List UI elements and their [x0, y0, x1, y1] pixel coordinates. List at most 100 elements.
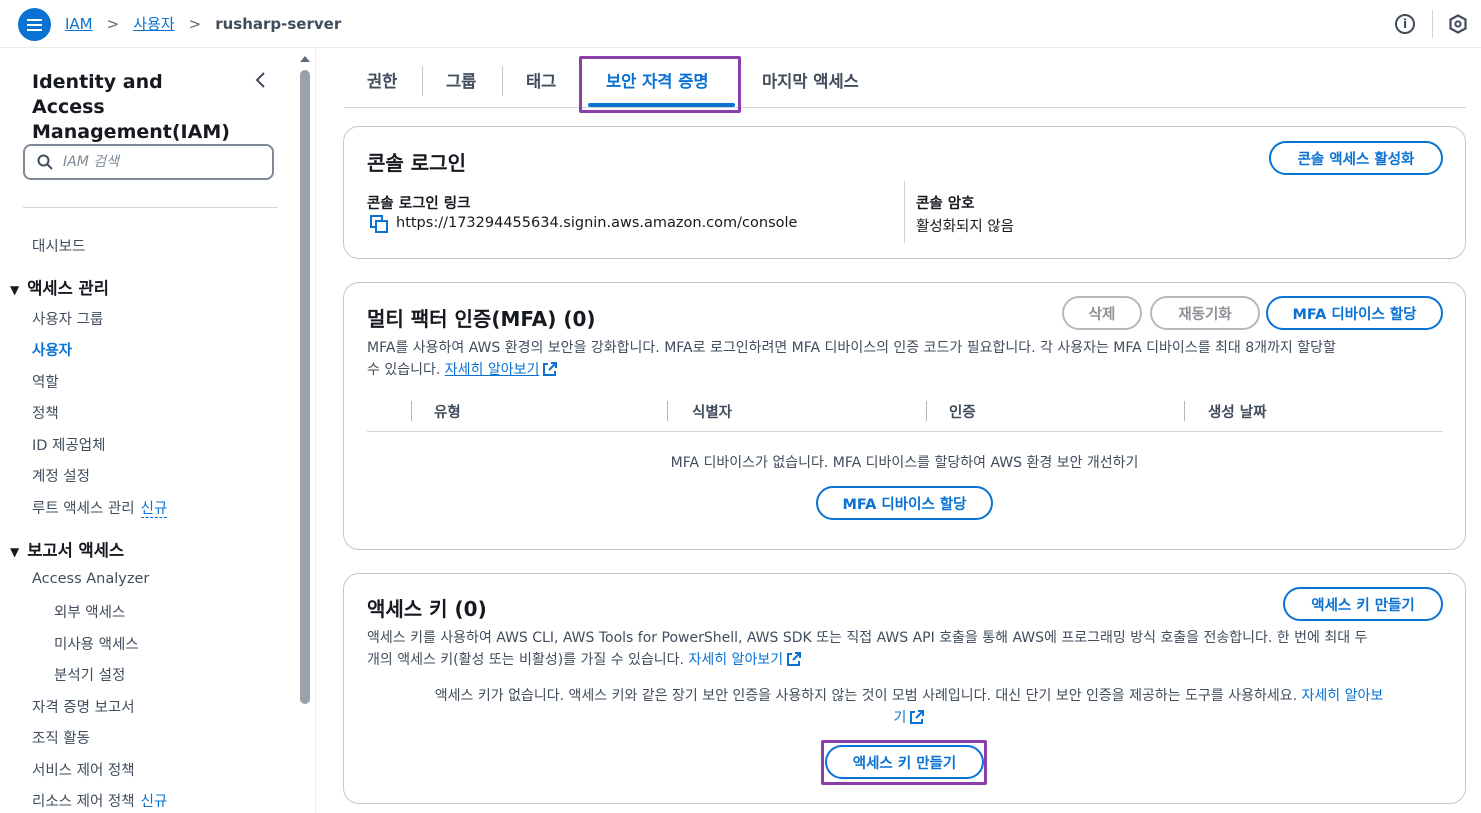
chevron-right-icon: >: [188, 14, 202, 33]
sidebar-item-users[interactable]: 사용자: [32, 339, 72, 360]
sidebar-item-identity-providers[interactable]: ID 제공업체: [32, 434, 105, 455]
column-header-created[interactable]: 생성 날짜: [1208, 401, 1266, 422]
link-label: 자세히 알아보기: [444, 362, 540, 378]
new-badge: 신규: [140, 794, 168, 810]
tab-last-accessed[interactable]: 마지막 액세스: [762, 68, 859, 92]
access-keys-panel: 액세스 키 (0) 액세스 키 만들기 액세스 키를 사용하여 AWS CLI,…: [343, 573, 1466, 804]
column-header-certification[interactable]: 인증: [949, 401, 976, 422]
column-divider: [1184, 401, 1185, 421]
tab-security-credentials[interactable]: 보안 자격 증명: [606, 68, 709, 92]
breadcrumb-users-link[interactable]: 사용자: [133, 13, 174, 34]
copy-icon[interactable]: [370, 215, 388, 233]
access-keys-empty-message: 액세스 키가 없습니다. 액세스 키와 같은 장기 보안 인증을 사용하지 않는…: [374, 685, 1444, 729]
sidebar-item-access-analyzer[interactable]: Access Analyzer: [32, 571, 149, 587]
access-keys-description: 액세스 키를 사용하여 AWS CLI, AWS Tools for Power…: [367, 627, 1452, 671]
external-link-icon: [787, 652, 802, 666]
breadcrumb-current-user: rusharp-server: [215, 14, 342, 33]
console-login-panel: 콘솔 로그인 콘솔 액세스 활성화 콘솔 로그인 링크 https://1732…: [343, 126, 1466, 259]
breadcrumb: IAM > 사용자 > rusharp-server: [65, 13, 341, 34]
tab-tags[interactable]: 태그: [526, 68, 556, 92]
new-badge: 신규: [140, 501, 168, 518]
search-input[interactable]: [63, 154, 253, 170]
table-divider: [367, 431, 1443, 432]
sidebar-item-roles[interactable]: 역할: [32, 371, 59, 392]
panel-title: 액세스 키 (0): [367, 597, 487, 621]
enable-console-access-button[interactable]: 콘솔 액세스 활성화: [1269, 141, 1443, 175]
tab-groups[interactable]: 그룹: [446, 68, 476, 92]
column-header-identifier[interactable]: 식별자: [692, 401, 732, 422]
mfa-panel: 멀티 팩터 인증(MFA) (0) 삭제 재동기화 MFA 디바이스 할당 MF…: [343, 282, 1466, 550]
sidebar-item-credential-report[interactable]: 자격 증명 보고서: [32, 696, 135, 717]
description-text: 액세스 키를 사용하여 AWS CLI, AWS Tools for Power…: [367, 630, 1368, 646]
resync-button[interactable]: 재동기화: [1150, 296, 1260, 330]
sidebar-item-unused-access[interactable]: 미사용 액세스: [54, 633, 139, 654]
sidebar-item-service-control-policies[interactable]: 서비스 제어 정책: [32, 759, 135, 780]
collapse-sidebar-button[interactable]: [254, 70, 268, 95]
link-label: 기: [893, 710, 907, 726]
column-header-type[interactable]: 유형: [434, 401, 461, 422]
divider: [1432, 10, 1433, 38]
info-icon[interactable]: i: [1395, 14, 1415, 34]
assign-mfa-device-button[interactable]: MFA 디바이스 할당: [1266, 296, 1443, 330]
section-label: 보고서 액세스: [27, 541, 125, 560]
mfa-empty-message: MFA 디바이스가 없습니다. MFA 디바이스를 할당하여 AWS 환경 보안…: [670, 455, 1139, 471]
sidebar-item-organization-activity[interactable]: 조직 활동: [32, 727, 90, 748]
external-link-icon: [910, 710, 925, 724]
menu-toggle-button[interactable]: [18, 8, 51, 41]
console-password-value: 활성화되지 않음: [916, 219, 1014, 235]
panel-title: 멀티 팩터 인증(MFA) (0): [367, 307, 596, 331]
description-text: 수 있습니다.: [367, 362, 441, 378]
sidebar-item-label: 리소스 제어 정책: [32, 794, 135, 810]
learn-more-link[interactable]: 자세히 알아보기: [688, 652, 802, 668]
delete-button[interactable]: 삭제: [1062, 296, 1142, 330]
create-access-key-button[interactable]: 액세스 키 만들기: [1283, 587, 1443, 621]
scroll-up-arrow[interactable]: [300, 56, 310, 62]
link-label: 자세히 알아보기: [688, 652, 784, 668]
sidebar-item-analyzer-settings[interactable]: 분석기 설정: [54, 664, 125, 685]
sidebar-item-policies[interactable]: 정책: [32, 402, 59, 423]
sidebar-item-account-settings[interactable]: 계정 설정: [32, 465, 90, 486]
sidebar-item-dashboard[interactable]: 대시보드: [32, 235, 85, 256]
sidebar-item-label: 루트 액세스 관리: [32, 501, 135, 517]
search-icon: [37, 154, 53, 170]
console-link-value: https://173294455634.signin.aws.amazon.c…: [396, 215, 798, 231]
chevron-left-icon: [255, 72, 265, 88]
learn-more-link[interactable]: 자세히 알아보: [1302, 688, 1384, 704]
assign-mfa-device-empty-button[interactable]: MFA 디바이스 할당: [816, 486, 993, 520]
sidebar-item-external-access[interactable]: 외부 액세스: [54, 601, 125, 622]
tab-permissions[interactable]: 권한: [367, 68, 397, 92]
learn-more-link[interactable]: 자세히 알아보기: [445, 362, 558, 378]
tab-divider: [502, 66, 503, 96]
panel-title: 콘솔 로그인: [367, 151, 466, 175]
top-navigation-bar: IAM > 사용자 > rusharp-server i: [0, 0, 1481, 48]
section-access-management[interactable]: ▼ 액세스 관리: [10, 275, 109, 299]
empty-text: 액세스 키가 없습니다. 액세스 키와 같은 장기 보안 인증을 사용하지 않는…: [434, 688, 1298, 704]
section-label: 액세스 관리: [27, 279, 109, 298]
breadcrumb-iam-link[interactable]: IAM: [65, 15, 93, 33]
settings-hexagon-icon[interactable]: [1448, 14, 1468, 34]
divider: [315, 48, 316, 813]
column-divider: [667, 401, 668, 421]
sidebar-scrollbar[interactable]: [300, 70, 310, 704]
side-navigation: Identity and Access Management(IAM) 대시보드…: [0, 48, 300, 813]
caret-down-icon: ▼: [10, 545, 20, 559]
search-box[interactable]: [23, 144, 274, 180]
tab-divider: [422, 66, 423, 96]
sidebar-item-root-access[interactable]: 루트 액세스 관리 신규: [32, 497, 168, 518]
description-text: MFA를 사용하여 AWS 환경의 보안을 강화합니다. MFA로 로그인하려면…: [367, 340, 1336, 356]
hamburger-icon: [27, 23, 42, 26]
chevron-right-icon: >: [106, 14, 120, 33]
console-link-label: 콘솔 로그인 링크: [367, 196, 471, 212]
sidebar-item-resource-control-policies[interactable]: 리소스 제어 정책 신규: [32, 790, 167, 811]
mfa-description: MFA를 사용하여 AWS 환경의 보안을 강화합니다. MFA로 로그인하려면…: [367, 337, 1447, 381]
column-divider: [926, 401, 927, 421]
learn-more-link[interactable]: 기: [894, 710, 925, 726]
external-link-icon: [543, 362, 558, 376]
divider: [904, 181, 905, 243]
tab-list: 권한 그룹 태그 보안 자격 증명 마지막 액세스: [344, 48, 1466, 108]
caret-down-icon: ▼: [10, 283, 20, 297]
create-access-key-empty-button[interactable]: 액세스 키 만들기: [825, 745, 984, 779]
sidebar-item-user-groups[interactable]: 사용자 그룹: [32, 308, 103, 329]
console-password-label: 콘솔 암호: [916, 196, 975, 212]
section-access-reports[interactable]: ▼ 보고서 액세스: [10, 537, 124, 561]
